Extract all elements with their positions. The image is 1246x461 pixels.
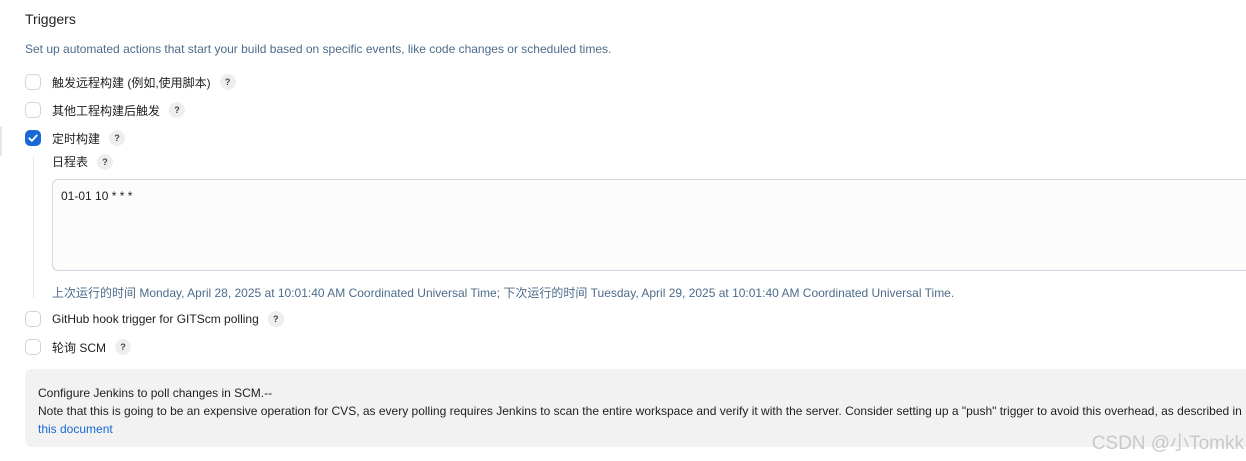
option-remote-trigger[interactable]: 触发远程构建 (例如,使用脚本) ? — [25, 72, 236, 92]
help-line-2: Note that this is going to be an expensi… — [38, 402, 1242, 438]
build-after-other-label[interactable]: 其他工程构建后触发 — [52, 102, 160, 119]
help-icon[interactable]: ? — [267, 311, 284, 327]
checkmark-icon — [28, 134, 38, 142]
schedule-textarea[interactable]: 01-01 10 * * * — [52, 179, 1246, 271]
help-icon[interactable]: ? — [219, 74, 236, 90]
option-github-hook[interactable]: GitHub hook trigger for GITScm polling ? — [25, 309, 284, 329]
build-after-other-checkbox[interactable] — [25, 102, 41, 118]
section-title: Triggers — [25, 11, 76, 27]
build-periodically-label[interactable]: 定时构建 — [52, 130, 100, 147]
remote-trigger-label[interactable]: 触发远程构建 (例如,使用脚本) — [52, 74, 211, 91]
left-edge-indicator — [0, 126, 2, 156]
option-poll-scm[interactable]: 轮询 SCM ? — [25, 337, 132, 357]
schedule-field-label: 日程表 ? — [52, 153, 114, 170]
this-document-link[interactable]: this document — [38, 422, 113, 436]
github-hook-label[interactable]: GitHub hook trigger for GITScm polling — [52, 312, 259, 326]
section-description: Set up automated actions that start your… — [25, 42, 612, 56]
poll-scm-checkbox[interactable] — [25, 339, 41, 355]
watermark: CSDN @小Tomkk — [1091, 433, 1244, 454]
help-icon[interactable]: ? — [109, 130, 126, 146]
help-icon[interactable]: ? — [97, 153, 114, 170]
help-line-1: Configure Jenkins to poll changes in SCM… — [38, 386, 273, 400]
build-periodically-checkbox[interactable] — [25, 130, 41, 146]
poll-scm-label[interactable]: 轮询 SCM — [52, 339, 106, 356]
help-icon[interactable]: ? — [115, 339, 132, 355]
help-line-2-text: Note that this is going to be an expensi… — [38, 404, 1242, 418]
remote-trigger-checkbox[interactable] — [25, 74, 41, 90]
schedule-label-text: 日程表 — [52, 155, 89, 169]
help-icon[interactable]: ? — [169, 102, 186, 118]
option-build-periodically[interactable]: 定时构建 ? — [25, 128, 126, 148]
poll-scm-help-panel: Configure Jenkins to poll changes in SCM… — [25, 369, 1246, 447]
github-hook-checkbox[interactable] — [25, 311, 41, 327]
option-build-after-other[interactable]: 其他工程构建后触发 ? — [25, 100, 186, 120]
schedule-run-info: 上次运行的时间 Monday, April 28, 2025 at 10:01:… — [52, 286, 955, 300]
nested-indicator-line — [33, 156, 34, 298]
